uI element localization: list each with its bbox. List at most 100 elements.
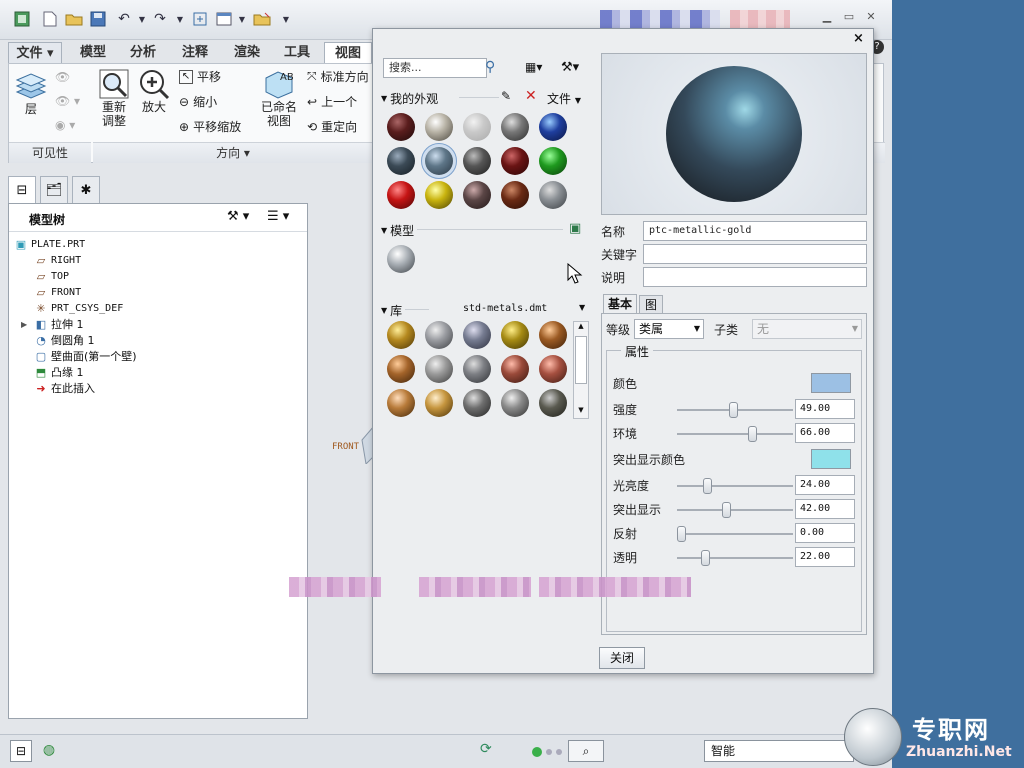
tree-item[interactable]: ◔ 倒圆角 1 bbox=[35, 332, 94, 348]
show-icon[interactable]: 👁 ▾ bbox=[55, 94, 80, 108]
new-file-icon[interactable] bbox=[40, 9, 60, 29]
reorient-button[interactable]: ⟲ 重定向 bbox=[307, 118, 357, 135]
undo-dropdown-icon[interactable]: ▼ bbox=[132, 9, 152, 29]
appearance-swatch[interactable] bbox=[463, 113, 491, 141]
description-field[interactable] bbox=[643, 267, 867, 287]
appearance-swatch[interactable] bbox=[463, 389, 491, 417]
maximize-icon[interactable]: ▭ bbox=[840, 10, 858, 26]
status-icon[interactable]: ◉ ▾ bbox=[55, 118, 75, 132]
tree-item[interactable]: ▱ RIGHT bbox=[35, 252, 81, 268]
search-input[interactable]: 搜索... bbox=[383, 58, 487, 78]
open-folder-icon[interactable] bbox=[64, 9, 84, 29]
appearance-swatch[interactable] bbox=[387, 321, 415, 349]
slider-value-field[interactable]: 49.00 bbox=[795, 399, 855, 419]
tree-item[interactable]: ▢ 壁曲面(第一个壁) bbox=[35, 348, 137, 364]
tools-icon[interactable]: ⚒▾ bbox=[561, 60, 579, 75]
slider-thumb[interactable] bbox=[722, 502, 731, 518]
zoom-out-button[interactable]: ⊖ 缩小 bbox=[179, 93, 217, 110]
appearance-swatch[interactable] bbox=[421, 143, 457, 179]
slider-track[interactable] bbox=[677, 478, 793, 494]
model-appearances-header[interactable]: ▼ 模型 bbox=[381, 222, 414, 239]
appearance-swatch[interactable] bbox=[539, 321, 567, 349]
app-icon[interactable] bbox=[12, 9, 32, 29]
customize-toolbar-icon[interactable]: ▼ bbox=[276, 9, 296, 29]
tab-basic[interactable]: 基本 bbox=[603, 294, 637, 314]
appearance-swatch[interactable] bbox=[463, 321, 491, 349]
color-swatch[interactable] bbox=[811, 373, 851, 393]
appearance-swatch[interactable] bbox=[463, 147, 491, 175]
slider-value-field[interactable]: 24.00 bbox=[795, 475, 855, 495]
dialog-close-icon[interactable]: × bbox=[853, 31, 864, 46]
find-icon[interactable]: ⌕ bbox=[568, 740, 604, 762]
orientation-group-label[interactable]: 方向 ▾ bbox=[93, 142, 373, 163]
library-dropdown-icon[interactable]: ▼ bbox=[579, 303, 585, 312]
new-appearance-icon[interactable]: ✎ bbox=[501, 89, 511, 103]
appearance-swatch[interactable] bbox=[387, 245, 415, 273]
slider-track[interactable] bbox=[677, 502, 793, 518]
slider-track[interactable] bbox=[677, 426, 793, 442]
slider-thumb[interactable] bbox=[748, 426, 757, 442]
previous-view-button[interactable]: ↩ 上一个 bbox=[307, 93, 357, 110]
standard-orientation-button[interactable]: ⤧ 标准方向 bbox=[307, 68, 369, 85]
tab-view[interactable]: 视图 bbox=[324, 42, 372, 64]
model-appearance-options-icon[interactable]: ▣ bbox=[569, 221, 581, 236]
tree-item[interactable]: ▱ FRONT bbox=[35, 284, 81, 300]
appearance-swatch[interactable] bbox=[463, 181, 491, 209]
redo-dropdown-icon[interactable]: ▼ bbox=[170, 9, 190, 29]
tab-tools[interactable]: 工具 bbox=[274, 42, 320, 64]
appearance-swatch[interactable] bbox=[501, 113, 529, 141]
scroll-up-icon[interactable]: ▲ bbox=[574, 322, 588, 334]
tab-file[interactable]: 文件 ▾ bbox=[8, 42, 62, 64]
slider-value-field[interactable]: 22.00 bbox=[795, 547, 855, 567]
scrollbar-thumb[interactable] bbox=[575, 336, 587, 384]
windows-dropdown-icon[interactable]: ▼ bbox=[232, 9, 252, 29]
appearance-swatch[interactable] bbox=[387, 389, 415, 417]
tree-settings-icon[interactable]: ⚒ ▾ bbox=[227, 209, 249, 224]
name-field[interactable]: ptc-metallic-gold bbox=[643, 221, 867, 241]
tree-item[interactable]: ▣ PLATE.PRT bbox=[15, 236, 85, 252]
expand-icon[interactable]: ▶ bbox=[21, 320, 27, 329]
appearance-swatch[interactable] bbox=[539, 389, 567, 417]
slider-value-field[interactable]: 0.00 bbox=[795, 523, 855, 543]
tab-model[interactable]: 模型 bbox=[70, 42, 116, 64]
appearance-swatch[interactable] bbox=[387, 147, 415, 175]
tab-render[interactable]: 渲染 bbox=[224, 42, 270, 64]
appearance-swatch[interactable] bbox=[501, 181, 529, 209]
appearance-swatch[interactable] bbox=[539, 181, 567, 209]
refit-button[interactable]: 重新 调整 bbox=[97, 68, 131, 128]
regen-status-icon[interactable]: ⟳ bbox=[480, 741, 492, 757]
appearance-swatch[interactable] bbox=[387, 113, 415, 141]
save-icon[interactable] bbox=[88, 9, 108, 29]
model-canvas-fragment[interactable]: FRONT bbox=[330, 424, 375, 466]
hide-icon[interactable]: 👁 bbox=[55, 70, 70, 84]
close-button[interactable]: 关闭 bbox=[599, 647, 645, 669]
slider-value-field[interactable]: 42.00 bbox=[795, 499, 855, 519]
tab-model-tree[interactable]: ⊟ bbox=[8, 176, 36, 204]
delete-icon[interactable]: ✕ bbox=[525, 88, 537, 104]
appearance-swatch[interactable] bbox=[501, 355, 529, 383]
undo-icon[interactable]: ↶ bbox=[114, 9, 134, 29]
scroll-down-icon[interactable]: ▼ bbox=[574, 406, 588, 418]
slider-value-field[interactable]: 66.00 bbox=[795, 423, 855, 443]
layer-button[interactable]: 层 bbox=[15, 72, 47, 116]
appearance-swatch[interactable] bbox=[539, 355, 567, 383]
pan-zoom-button[interactable]: ⊕ 平移缩放 bbox=[179, 118, 241, 135]
appearance-swatch[interactable] bbox=[387, 181, 415, 209]
appearance-swatch[interactable] bbox=[539, 113, 567, 141]
tab-analysis[interactable]: 分析 bbox=[120, 42, 166, 64]
keyword-field[interactable] bbox=[643, 244, 867, 264]
show-navigator-icon[interactable]: ⊟ bbox=[10, 740, 32, 762]
appearance-swatch[interactable] bbox=[501, 389, 529, 417]
appearance-swatch[interactable] bbox=[501, 147, 529, 175]
appearance-preview[interactable] bbox=[601, 53, 867, 215]
library-header[interactable]: ▼ 库 bbox=[381, 302, 402, 319]
slider-track[interactable] bbox=[677, 550, 793, 566]
tab-favorites[interactable]: ✱ bbox=[72, 176, 100, 204]
zoom-in-button[interactable]: 放大 bbox=[137, 68, 171, 114]
tree-item[interactable]: ▱ TOP bbox=[35, 268, 69, 284]
window-close-icon[interactable]: ✕ bbox=[862, 10, 880, 26]
highlight-color-swatch[interactable] bbox=[811, 449, 851, 469]
search-icon[interactable]: ⚲ bbox=[485, 59, 495, 75]
slider-thumb[interactable] bbox=[701, 550, 710, 566]
slider-thumb[interactable] bbox=[677, 526, 686, 542]
